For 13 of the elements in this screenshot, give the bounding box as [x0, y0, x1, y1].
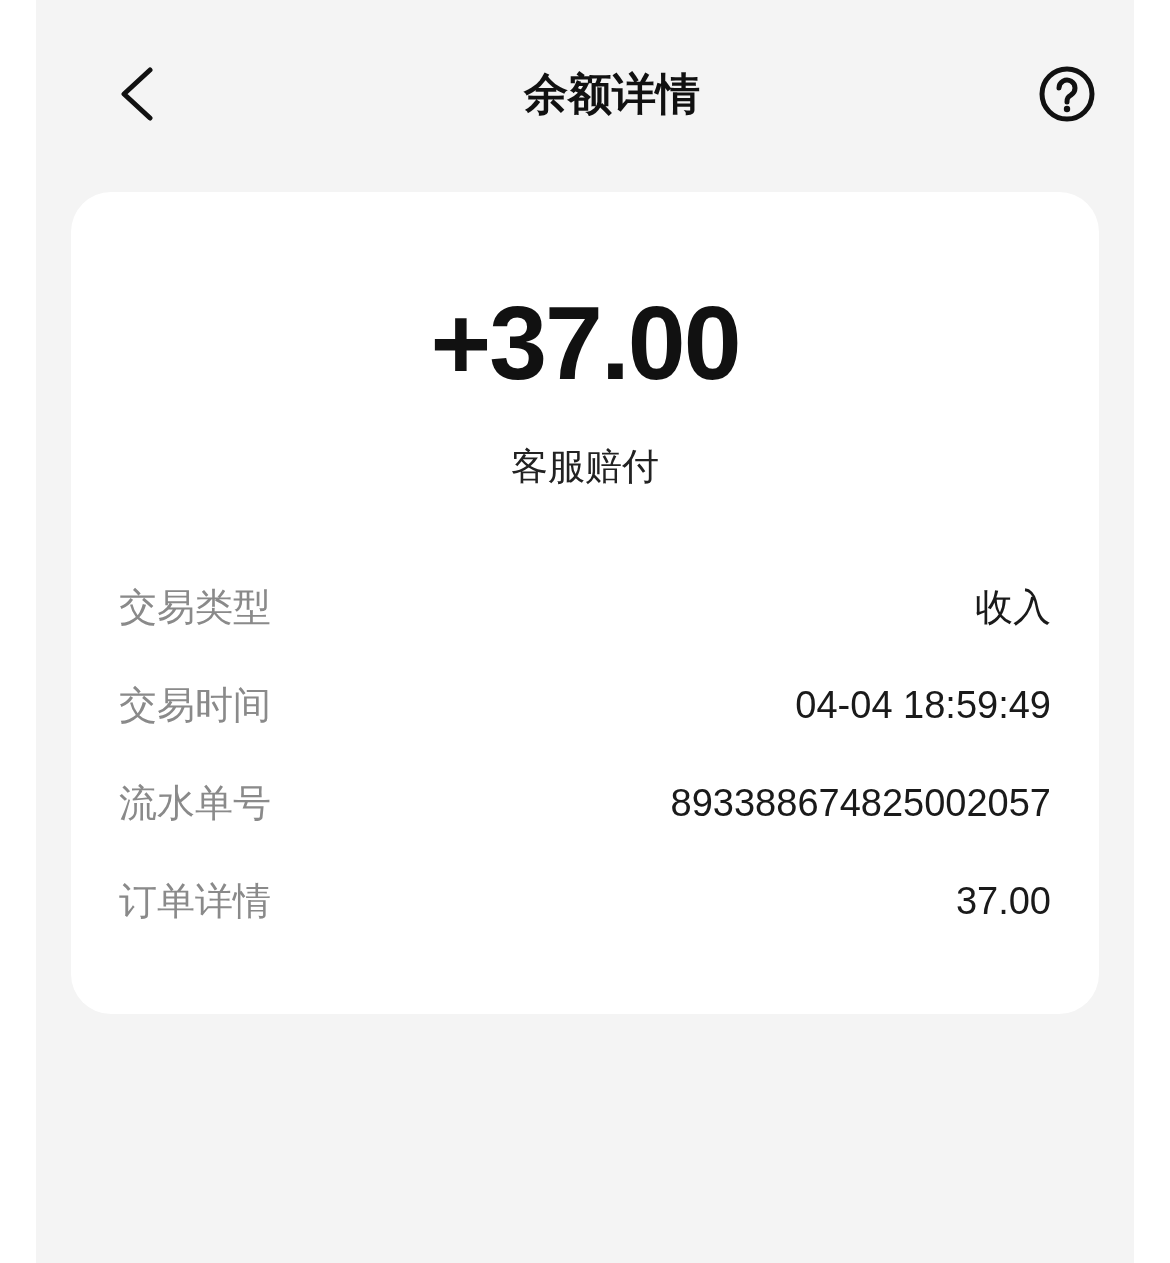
detail-value: 893388674825002057	[670, 781, 1051, 825]
back-icon[interactable]	[118, 67, 154, 121]
transaction-description: 客服赔付	[511, 445, 659, 489]
detail-label: 交易类型	[119, 584, 271, 630]
amount: +37.00	[430, 288, 740, 398]
detail-value: 04-04 18:59:49	[795, 683, 1051, 727]
page-title: 余额详情	[523, 67, 700, 120]
detail-label: 订单详情	[119, 878, 271, 924]
detail-value: 收入	[975, 584, 1051, 630]
help-icon[interactable]	[1039, 66, 1095, 122]
detail-label: 交易时间	[119, 682, 271, 728]
detail-value: 37.00	[955, 879, 1051, 923]
detail-label: 流水单号	[119, 780, 271, 826]
